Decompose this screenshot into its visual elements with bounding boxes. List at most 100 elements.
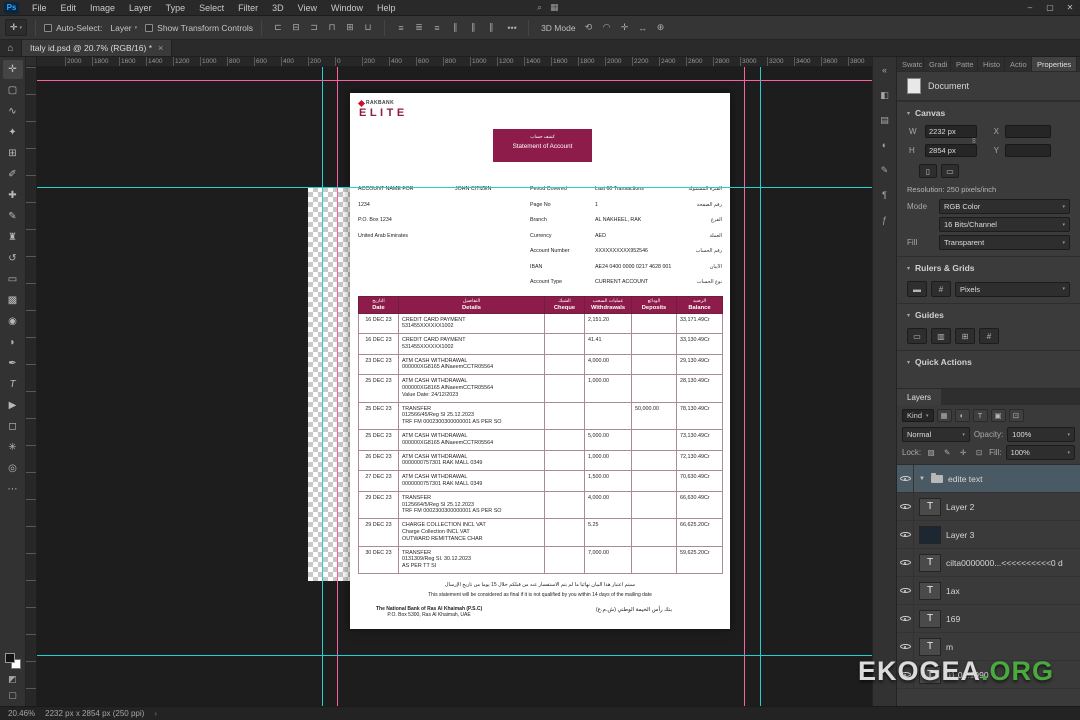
distribute-bottom-edges-icon[interactable]: ≡ [429, 20, 445, 36]
canvas-fill-dropdown[interactable]: Transparent ▾ [939, 235, 1070, 250]
color-panel-icon[interactable]: ◧ [876, 87, 894, 103]
color-mode-dropdown[interactable]: RGB Color ▾ [939, 199, 1070, 214]
blur-tool-icon[interactable]: ◉ [3, 312, 23, 331]
panel-tab[interactable]: Actio [1005, 57, 1032, 71]
pen-tool-icon[interactable]: ✒ [3, 354, 23, 373]
photoshop-logo[interactable]: Ps [4, 1, 19, 14]
layer-thumbnail[interactable] [919, 525, 941, 544]
layer-thumbnail[interactable]: T [919, 581, 941, 600]
search-icon[interactable]: ⌕ [537, 2, 542, 13]
clone-stamp-tool-icon[interactable]: ♜ [3, 228, 23, 247]
visibility-eye-toggle[interactable] [897, 577, 914, 604]
visibility-eye-toggle[interactable] [897, 493, 914, 520]
add-guides-icon[interactable]: ⊞ [955, 328, 975, 344]
hand-tool-icon[interactable]: ✳ [3, 438, 23, 457]
align-horizontal-centers-icon[interactable]: ⊟ [288, 20, 304, 36]
canvas-section-header[interactable]: ▾ Canvas [897, 101, 1080, 122]
visibility-eye-toggle[interactable] [897, 465, 914, 492]
canvas-x-input[interactable] [1005, 125, 1051, 138]
horizontal-guide[interactable] [37, 655, 872, 656]
vertical-guide[interactable] [760, 67, 761, 706]
align-right-edges-icon[interactable]: ⊐ [306, 20, 322, 36]
guides-section-header[interactable]: ▾ Guides [897, 303, 1080, 324]
blend-mode-dropdown[interactable]: Normal ▾ [902, 427, 970, 442]
paragraph-panel-icon[interactable]: ¶ [876, 187, 894, 203]
rectangular-marquee-tool-icon[interactable]: ▢ [3, 81, 23, 100]
workspace-switcher-icon[interactable]: ▦ [550, 2, 559, 13]
3d-pan-icon[interactable]: ✛ [617, 20, 633, 36]
healing-brush-tool-icon[interactable]: ✚ [3, 186, 23, 205]
quick-actions-section-header[interactable]: ▾ Quick Actions [897, 350, 1080, 371]
menu-item[interactable]: Edit [54, 0, 84, 15]
crop-tool-icon[interactable]: ⊞ [3, 144, 23, 163]
brush-settings-panel-icon[interactable]: ✎ [876, 162, 894, 178]
glyphs-panel-icon[interactable]: ƒ [876, 212, 894, 228]
3d-rotate-icon[interactable]: ⟲ [581, 20, 597, 36]
align-left-edges-icon[interactable]: ⊏ [270, 20, 286, 36]
layer-thumbnail[interactable]: T [919, 553, 941, 572]
new-guide-layout-icon[interactable]: ▭ [907, 328, 927, 344]
guides-visibility-icon[interactable]: ▥ [931, 328, 951, 344]
menu-item[interactable]: Image [83, 0, 122, 15]
panel-tab[interactable]: Gradi [924, 57, 951, 71]
vertical-guide[interactable] [322, 67, 323, 706]
distribute-horizontal-centers-icon[interactable]: ∥ [465, 20, 481, 36]
distribute-right-edges-icon[interactable]: ∥ [483, 20, 499, 36]
layer-row[interactable]: ▼ T 1ax [897, 577, 1080, 605]
edit-toolbar-icon[interactable]: ⋯ [3, 480, 23, 499]
screen-mode-icon[interactable]: ▢ [8, 690, 17, 701]
chevron-down-icon[interactable]: ▼ [919, 476, 926, 482]
layer-filter-kind-dropdown[interactable]: Kind ▾ [902, 409, 934, 422]
horizontal-ruler[interactable]: 2000 1800 1600 1400 1200 1000 800 600 400 200 0 200… [37, 57, 872, 67]
layer-row[interactable]: ▼ edite text [897, 465, 1080, 493]
libraries-panel-icon[interactable]: ▤ [876, 112, 894, 128]
opacity-dropdown[interactable]: 100% ▾ [1007, 427, 1075, 442]
distribute-left-edges-icon[interactable]: ∥ [447, 20, 463, 36]
layer-row[interactable]: ▼ T cilta0000000...<<<<<<<<<<0 d [897, 549, 1080, 577]
vertical-margin-guide[interactable] [744, 67, 745, 706]
panel-tab[interactable]: Patte [951, 57, 978, 71]
lock-position-icon[interactable]: ✛ [957, 447, 969, 459]
zoom-tool-icon[interactable]: ◎ [3, 459, 23, 478]
bit-depth-dropdown[interactable]: 16 Bits/Channel ▾ [939, 217, 1070, 232]
brush-tool-icon[interactable]: ✎ [3, 207, 23, 226]
canvas-width-input[interactable]: 2232 px [925, 125, 977, 138]
align-bottom-edges-icon[interactable]: ⊔ [360, 20, 376, 36]
gradient-tool-icon[interactable]: ▩ [3, 291, 23, 310]
vertical-margin-guide[interactable] [337, 67, 338, 706]
toggle-grid-icon[interactable]: # [931, 281, 951, 297]
rulers-grids-section-header[interactable]: ▾ Rulers & Grids [897, 256, 1080, 277]
menu-item[interactable]: Window [324, 0, 370, 15]
menu-item[interactable]: Select [192, 0, 231, 15]
close-button[interactable]: ✕ [1060, 0, 1080, 15]
portrait-orientation-icon[interactable]: ▯ [919, 164, 937, 178]
panel-tab[interactable]: Properties [1032, 57, 1078, 71]
horizontal-guide[interactable] [37, 187, 872, 188]
menu-item[interactable]: Layer [122, 0, 159, 15]
menu-item[interactable]: Filter [231, 0, 265, 15]
canvas-height-input[interactable]: 2854 px [925, 144, 977, 157]
lock-transparency-icon[interactable]: ▨ [925, 447, 937, 459]
panel-tab[interactable]: Swatc [897, 57, 924, 71]
3d-roll-icon[interactable]: ◠ [599, 20, 615, 36]
minimize-button[interactable]: – [1020, 0, 1040, 15]
smart-object-filter-icon[interactable]: ⊡ [1008, 409, 1024, 422]
lasso-tool-icon[interactable]: ∿ [3, 102, 23, 121]
menu-item[interactable]: Help [370, 0, 403, 15]
history-brush-tool-icon[interactable]: ↺ [3, 249, 23, 268]
path-selection-tool-icon[interactable]: ▶ [3, 396, 23, 415]
distribute-top-edges-icon[interactable]: ≡ [393, 20, 409, 36]
move-tool-icon[interactable]: ✛ [2, 60, 23, 79]
canvas-y-input[interactable] [1005, 144, 1051, 157]
eraser-tool-icon[interactable]: ▭ [3, 270, 23, 289]
visibility-eye-toggle[interactable] [897, 549, 914, 576]
shape-tool-icon[interactable]: ◻ [3, 417, 23, 436]
quick-mask-icon[interactable]: ◩ [8, 674, 17, 685]
pixel-layer-filter-icon[interactable]: ▦ [936, 409, 952, 422]
landscape-orientation-icon[interactable]: ▭ [941, 164, 959, 178]
canvas[interactable]: RAKBANK ELITE كشف حساب Statement of Acco… [37, 67, 872, 706]
maximize-button[interactable]: ▢ [1040, 0, 1060, 15]
dodge-tool-icon[interactable]: ◗ [3, 333, 23, 352]
align-top-edges-icon[interactable]: ⊓ [324, 20, 340, 36]
fill-dropdown[interactable]: 100% ▾ [1005, 445, 1075, 460]
